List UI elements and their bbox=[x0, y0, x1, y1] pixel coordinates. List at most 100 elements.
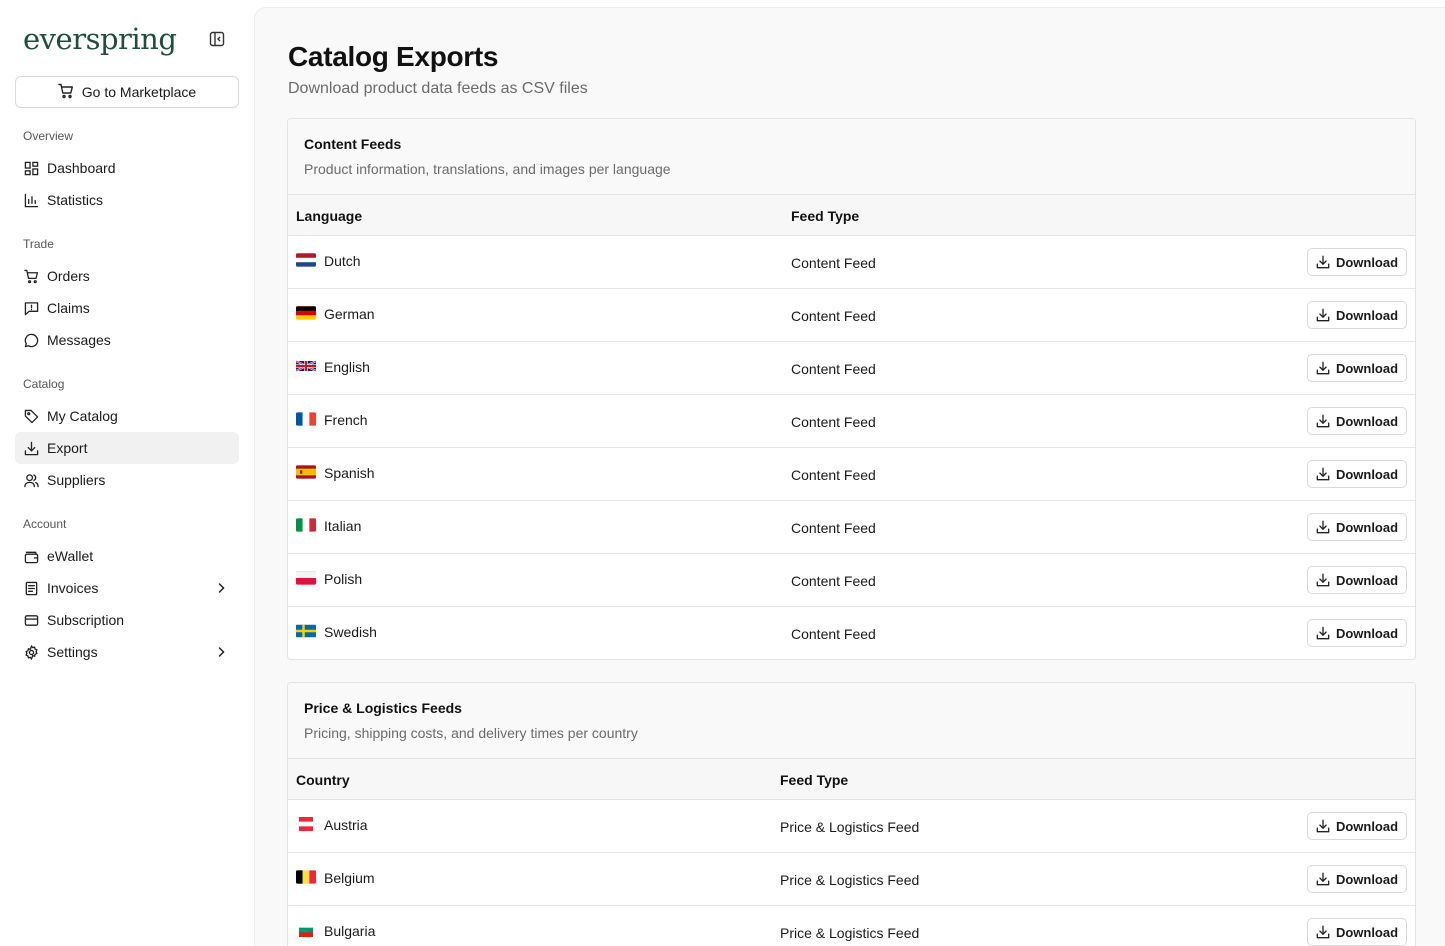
table-header: Language Feed Type bbox=[288, 195, 1415, 236]
download-button[interactable]: Download bbox=[1307, 301, 1407, 329]
download-button[interactable]: Download bbox=[1307, 460, 1407, 488]
download-icon bbox=[1316, 925, 1330, 939]
download-icon bbox=[1316, 626, 1330, 640]
row-name: Austria bbox=[324, 817, 368, 833]
row-feed-type: Content Feed bbox=[791, 255, 876, 271]
card-description: Product information, translations, and i… bbox=[304, 161, 671, 177]
sidebar-item-suppliers[interactable]: Suppliers bbox=[15, 464, 239, 496]
download-button[interactable]: Download bbox=[1307, 619, 1407, 647]
price-feeds-table-body: Austria Price & Logistics Feed Download Bel… bbox=[288, 800, 1415, 946]
row-name: German bbox=[324, 306, 375, 322]
download-button[interactable]: Download bbox=[1307, 354, 1407, 382]
download-button-label: Download bbox=[1335, 307, 1399, 323]
table-row: French Content Feed Download bbox=[288, 395, 1415, 448]
row-name: Belgium bbox=[324, 870, 375, 886]
gear-icon bbox=[23, 644, 39, 660]
sidebar-item-my-catalog[interactable]: My Catalog bbox=[15, 400, 239, 432]
download-icon bbox=[23, 440, 39, 456]
dashboard-icon bbox=[23, 160, 39, 176]
download-button-label: Download bbox=[1335, 360, 1399, 376]
column-header-feed-type: Feed Type bbox=[791, 208, 860, 224]
sidebar-item-label: Messages bbox=[47, 332, 111, 348]
sidebar-item-invoices[interactable]: Invoices bbox=[15, 572, 239, 604]
row-feed-type: Content Feed bbox=[791, 573, 876, 589]
column-header-language: Language bbox=[296, 208, 363, 224]
row-feed-type: Content Feed bbox=[791, 308, 876, 324]
main-content: Catalog Exports Download product data fe… bbox=[254, 7, 1445, 946]
download-button[interactable]: Download bbox=[1307, 865, 1407, 893]
download-icon bbox=[1316, 308, 1330, 322]
download-icon bbox=[1316, 520, 1330, 534]
sidebar-toggle-icon[interactable] bbox=[208, 30, 226, 48]
sidebar-item-label: Subscription bbox=[47, 612, 125, 628]
download-button[interactable]: Download bbox=[1307, 407, 1407, 435]
sidebar-item-settings[interactable]: Settings bbox=[15, 636, 239, 668]
page-subtitle: Download product data feeds as CSV files bbox=[288, 80, 588, 97]
row-feed-type: Price & Logistics Feed bbox=[780, 872, 920, 888]
download-button[interactable]: Download bbox=[1307, 918, 1407, 946]
logo[interactable]: everspring bbox=[23, 22, 177, 56]
row-feed-type: Content Feed bbox=[791, 520, 876, 536]
download-button[interactable]: Download bbox=[1307, 248, 1407, 276]
tag-icon bbox=[23, 408, 39, 424]
sidebar-item-label: Orders bbox=[47, 268, 90, 284]
sidebar-item-statistics[interactable]: Statistics bbox=[15, 184, 239, 216]
sidebar-item-dashboard[interactable]: Dashboard bbox=[15, 152, 239, 184]
column-header-feed-type: Feed Type bbox=[780, 772, 849, 788]
bar-chart-icon bbox=[23, 192, 39, 208]
download-button[interactable]: Download bbox=[1307, 812, 1407, 840]
flag-it-icon bbox=[296, 518, 316, 532]
download-button-label: Download bbox=[1335, 625, 1399, 641]
sidebar-item-label: Dashboard bbox=[47, 160, 116, 176]
section-label-catalog: Catalog bbox=[23, 377, 65, 391]
sidebar-item-label: My Catalog bbox=[47, 408, 118, 424]
table-row: Austria Price & Logistics Feed Download bbox=[288, 800, 1415, 853]
wallet-icon bbox=[23, 548, 39, 564]
sidebar-item-claims[interactable]: Claims bbox=[15, 292, 239, 324]
section-label-account: Account bbox=[23, 517, 67, 531]
card-title: Content Feeds bbox=[304, 136, 402, 152]
download-button-label: Download bbox=[1335, 572, 1399, 588]
sidebar-item-ewallet[interactable]: eWallet bbox=[15, 540, 239, 572]
table-row: English Content Feed Download bbox=[288, 342, 1415, 395]
download-button-label: Download bbox=[1335, 818, 1399, 834]
section-label-overview: Overview bbox=[23, 129, 74, 143]
row-name: Bulgaria bbox=[324, 923, 376, 939]
download-button-label: Download bbox=[1335, 519, 1399, 535]
table-row: German Content Feed Download bbox=[288, 289, 1415, 342]
table-row: Swedish Content Feed Download bbox=[288, 607, 1415, 659]
credit-card-icon bbox=[23, 612, 39, 628]
go-to-marketplace-button[interactable]: Go to Marketplace bbox=[15, 76, 239, 108]
sidebar-item-label: Statistics bbox=[47, 192, 104, 208]
chevron-right-icon[interactable] bbox=[213, 580, 229, 596]
flag-pl-icon bbox=[296, 571, 316, 585]
download-button-label: Download bbox=[1335, 466, 1399, 482]
go-to-marketplace-label: Go to Marketplace bbox=[81, 84, 197, 100]
sidebar-item-orders[interactable]: Orders bbox=[15, 260, 239, 292]
chevron-right-icon[interactable] bbox=[213, 644, 229, 660]
row-name: Dutch bbox=[324, 253, 361, 269]
alert-message-icon bbox=[23, 300, 39, 316]
sidebar-item-label: Settings bbox=[47, 644, 98, 660]
sidebar-item-label: eWallet bbox=[47, 548, 94, 564]
sidebar-item-messages[interactable]: Messages bbox=[15, 324, 239, 356]
download-button[interactable]: Download bbox=[1307, 566, 1407, 594]
sidebar: everspring Go to Marketplace Overview Da… bbox=[0, 0, 254, 946]
page-title: Catalog Exports bbox=[288, 41, 499, 72]
sidebar-item-export[interactable]: Export bbox=[15, 432, 239, 464]
sidebar-item-label: Invoices bbox=[47, 580, 99, 596]
flag-fr-icon bbox=[296, 412, 316, 426]
row-feed-type: Content Feed bbox=[791, 467, 876, 483]
row-name: Spanish bbox=[324, 465, 375, 481]
row-feed-type: Price & Logistics Feed bbox=[780, 819, 920, 835]
row-name: Swedish bbox=[324, 624, 377, 640]
row-feed-type: Price & Logistics Feed bbox=[780, 925, 920, 941]
table-header: Country Feed Type bbox=[288, 759, 1415, 800]
download-button[interactable]: Download bbox=[1307, 513, 1407, 541]
row-feed-type: Content Feed bbox=[791, 626, 876, 642]
sidebar-item-subscription[interactable]: Subscription bbox=[15, 604, 239, 636]
table-row: Polish Content Feed Download bbox=[288, 554, 1415, 607]
table-row: Spanish Content Feed Download bbox=[288, 448, 1415, 501]
download-icon bbox=[1316, 872, 1330, 886]
row-name: Polish bbox=[324, 571, 363, 587]
